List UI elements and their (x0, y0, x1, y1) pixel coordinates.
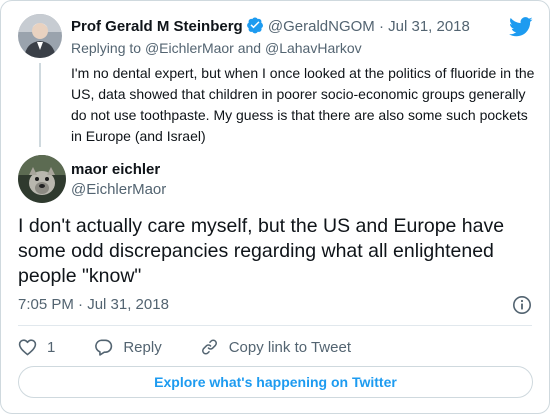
link-icon (200, 338, 219, 356)
divider (18, 325, 532, 326)
tweet-author-name[interactable]: maor eichler (71, 160, 160, 179)
parent-tweet-header: Prof Gerald M Steinberg @GeraldNGOM · Ju… (71, 16, 470, 39)
verified-badge-icon (246, 16, 264, 39)
replying-to-prefix: Replying to (71, 40, 142, 56)
thread-connector-line (39, 63, 41, 147)
twitter-bird-icon[interactable] (509, 17, 533, 42)
parent-tweet-text: I'm no dental expert, but when I once lo… (71, 65, 535, 144)
tweet-author-avatar[interactable] (18, 155, 66, 203)
explore-twitter-button[interactable]: Explore what's happening on Twitter (18, 366, 533, 398)
parent-author-avatar[interactable] (18, 14, 62, 58)
replying-to-user-2[interactable]: @LahavHarkov (265, 40, 362, 56)
replying-to-line: Replying to @EichlerMaor and @LahavHarko… (71, 39, 362, 57)
replying-to-user-1[interactable]: @EichlerMaor (145, 40, 234, 56)
tweet-text: I don't actually care myself, but the US… (18, 215, 505, 287)
parent-tweet-date[interactable]: Jul 31, 2018 (388, 18, 470, 35)
like-count: 1 (47, 338, 56, 356)
parent-author-name[interactable]: Prof Gerald M Steinberg (71, 18, 243, 35)
reply-bubble-icon (94, 338, 113, 356)
meta-separator: · (378, 18, 384, 35)
reply-label: Reply (123, 338, 162, 356)
copy-link-button[interactable]: Copy link to Tweet (190, 338, 351, 356)
replying-to-conjunction: and (237, 40, 262, 56)
parent-author-handle[interactable]: @GeraldNGOM (268, 18, 375, 35)
tweet-embed-card: Prof Gerald M Steinberg @GeraldNGOM · Ju… (0, 0, 550, 414)
info-icon[interactable] (512, 295, 532, 320)
like-button[interactable]: 1 (18, 338, 55, 356)
heart-icon (18, 338, 37, 356)
tweet-timestamp[interactable]: 7:05 PM · Jul 31, 2018 (18, 295, 169, 314)
tweet-author-handle[interactable]: @EichlerMaor (71, 180, 166, 199)
reply-button[interactable]: Reply (84, 338, 162, 356)
copy-link-label: Copy link to Tweet (228, 338, 351, 356)
tweet-actions: 1 Reply Copy link to Tweet (18, 337, 351, 357)
